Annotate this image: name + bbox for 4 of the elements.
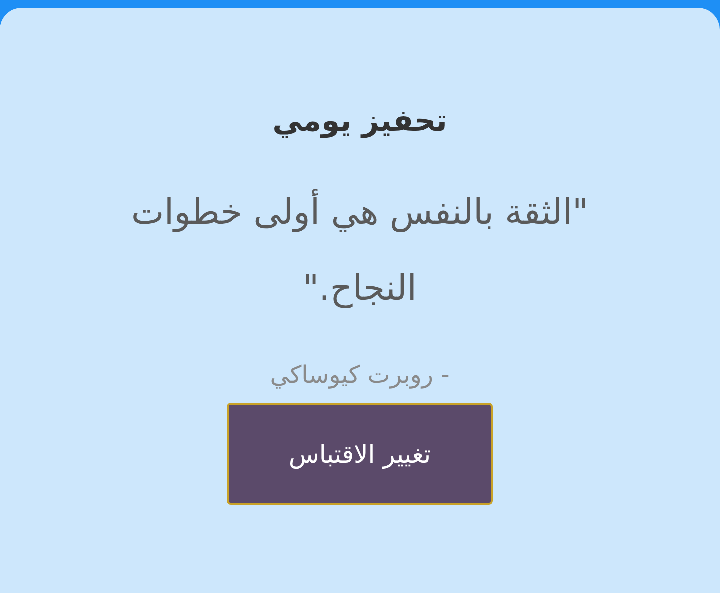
change-quote-button[interactable]: تغيير الاقتباس [227, 403, 493, 505]
quote-text: "الثقة بالنفس هي أولى خطوات النجاح." [80, 175, 640, 327]
quote-author: - روبرت كيوساكي [270, 361, 450, 389]
card-title: تحفيز يومي [272, 104, 448, 139]
